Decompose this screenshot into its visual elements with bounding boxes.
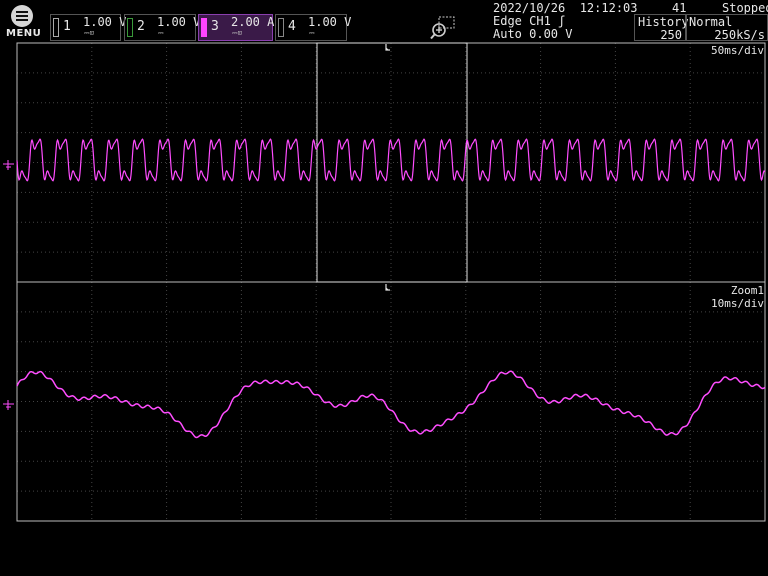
- channel-4-coupling-icon: ⎓: [309, 29, 315, 37]
- channel-3-badge[interactable]: 3 2.00 A ⎓⊡: [198, 14, 275, 41]
- menu-label: MENU: [6, 28, 42, 39]
- menu-button[interactable]: MENU: [0, 0, 42, 42]
- main-grid: [17, 43, 765, 282]
- channel-2-badge[interactable]: 2 1.00 V ⎓: [124, 14, 200, 41]
- acquisition-mode-label: Normal: [689, 15, 733, 29]
- trigger-mode[interactable]: Auto 0.00 V: [493, 27, 572, 41]
- main-time-per-div[interactable]: 50ms/div: [711, 44, 764, 57]
- zoom-waveform-trace: [16, 370, 766, 439]
- channel-4-number: 4: [288, 19, 296, 34]
- channel-3-coupling-icon: ⎓⊡: [232, 29, 242, 37]
- channel-4-scale: 1.00 V: [308, 15, 352, 29]
- sample-rate: 250kS/s: [714, 28, 765, 42]
- channel-1-coupling-icon: ⎓⊡: [84, 29, 94, 37]
- zoom-label: Zoom1: [730, 284, 764, 297]
- channel-2-scale: 1.00 V: [157, 15, 201, 29]
- channel-2-number: 2: [137, 19, 145, 34]
- history-value: 250: [660, 28, 682, 42]
- channel-2-coupling-icon: ⎓: [158, 29, 164, 37]
- ground-marker-icon: [3, 160, 14, 410]
- trigger-type[interactable]: Edge CH1 ʃ: [493, 14, 565, 28]
- zoom-grid: [17, 282, 765, 521]
- date-time: 2022/10/26 12:12:03: [493, 1, 638, 15]
- history-box[interactable]: History 250: [634, 14, 689, 42]
- run-status[interactable]: Stopped: [722, 1, 768, 15]
- acquisition-count: 41: [672, 1, 687, 15]
- channel-3-swatch: [201, 18, 207, 37]
- channel-3-scale: 2.00 A: [231, 15, 275, 29]
- waveform-display[interactable]: [0, 42, 768, 576]
- channel-1-number: 1: [63, 19, 71, 34]
- channel-1-badge[interactable]: 1 1.00 V ⎓⊡: [50, 14, 126, 41]
- zoom-region-box[interactable]: [316, 42, 468, 283]
- channel-2-swatch: [127, 18, 133, 37]
- acquisition-mode-box[interactable]: Normal 250kS/s: [686, 14, 768, 42]
- channel-3-number: 3: [211, 19, 219, 34]
- history-label: History: [638, 15, 689, 29]
- channel-1-scale: 1.00 V: [83, 15, 127, 29]
- zoom-time-per-div[interactable]: 10ms/div: [711, 297, 764, 310]
- channel-4-swatch: [278, 18, 284, 37]
- zoom-magnifier-icon[interactable]: [430, 16, 456, 40]
- menu-icon: [11, 5, 33, 27]
- channel-4-badge[interactable]: 4 1.00 V ⎓: [275, 14, 351, 41]
- channel-1-swatch: [53, 18, 59, 37]
